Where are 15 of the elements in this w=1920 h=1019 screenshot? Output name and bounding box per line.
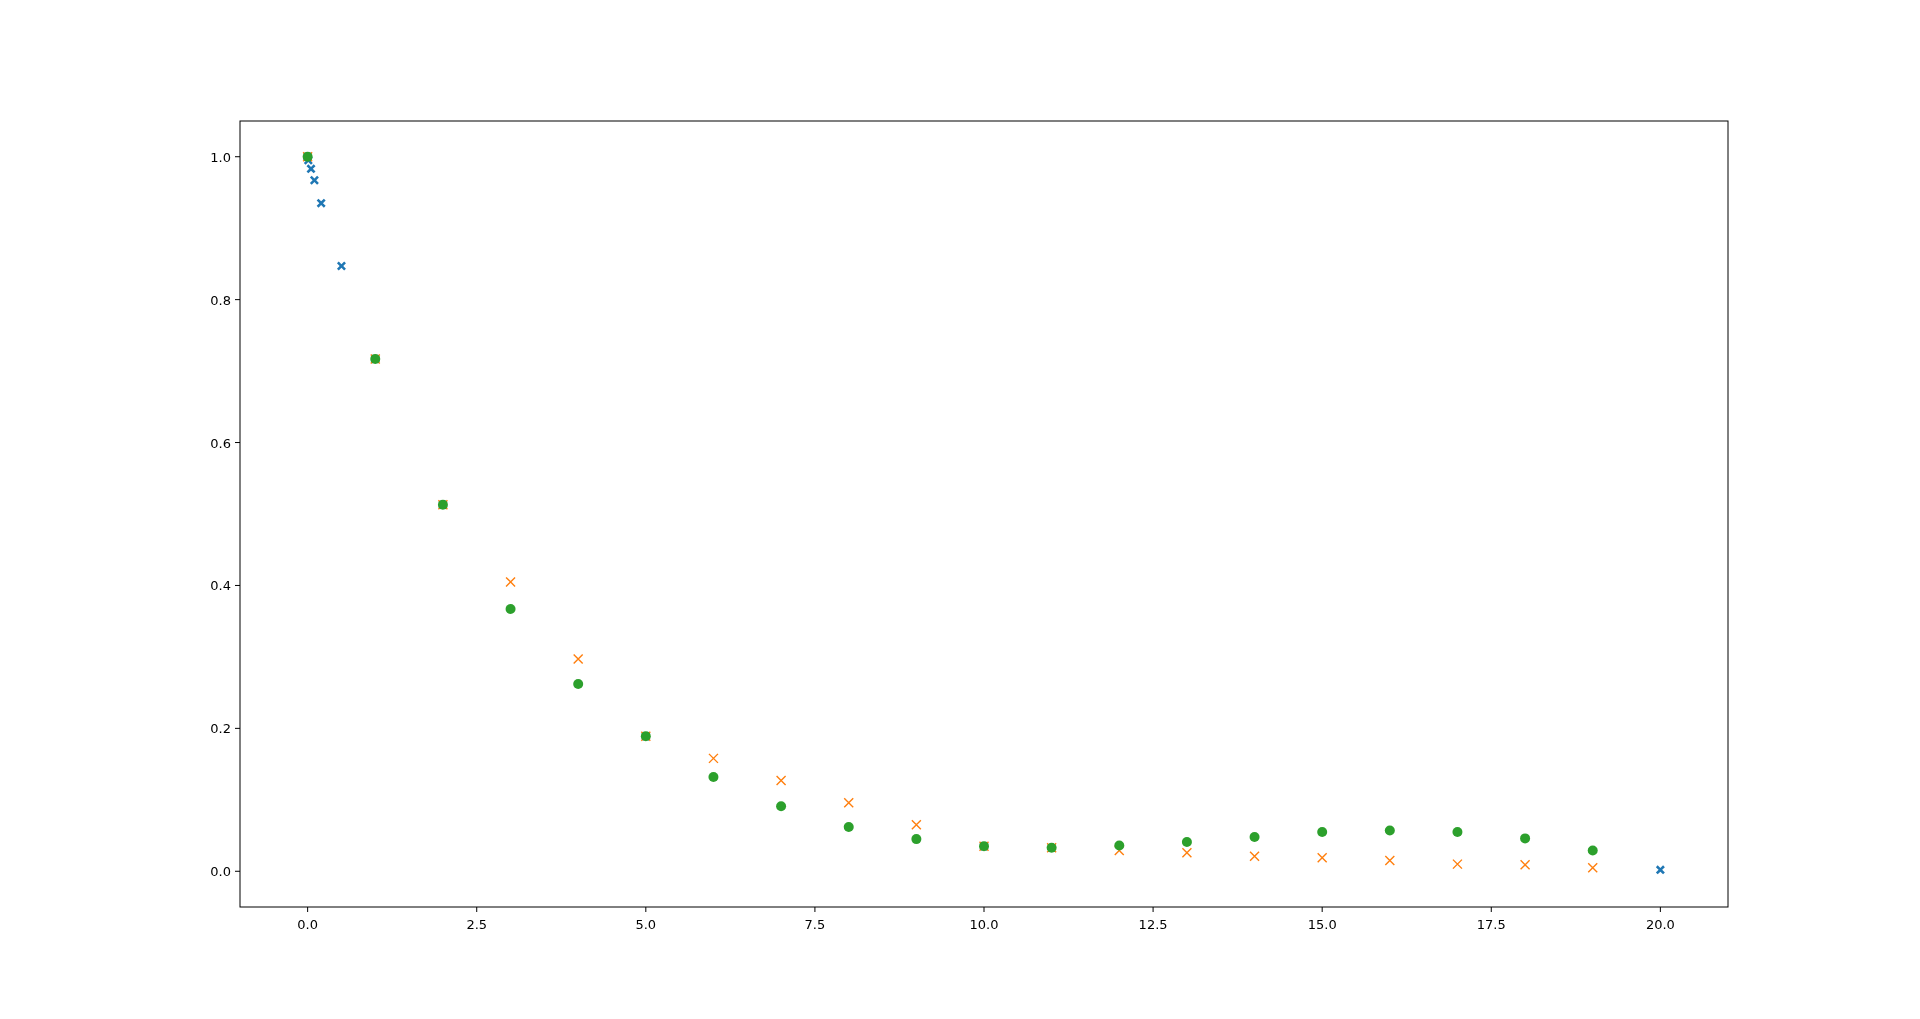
x-tick-label: 0.0 [297, 917, 318, 932]
y-tick-label: 0.8 [210, 292, 231, 308]
y-tick-label: 0.6 [210, 435, 231, 451]
y-tick-label: 0.0 [210, 864, 231, 880]
x-tick-label: 17.5 [1476, 917, 1506, 932]
y-tick-label: 0.4 [210, 578, 231, 594]
x-tick-label: 12.5 [1138, 917, 1168, 932]
y-tick-label: 1.0 [210, 149, 231, 165]
x-tick-label: 10.0 [969, 917, 999, 932]
x-tick-label: 7.5 [804, 917, 826, 932]
x-tick-label: 5.0 [635, 917, 657, 932]
x-tick-label: 2.5 [466, 917, 488, 932]
y-tick-label: 0.2 [210, 721, 231, 737]
x-tick-label: 15.0 [1307, 917, 1337, 932]
x-tick-label: 20.0 [1645, 917, 1675, 932]
